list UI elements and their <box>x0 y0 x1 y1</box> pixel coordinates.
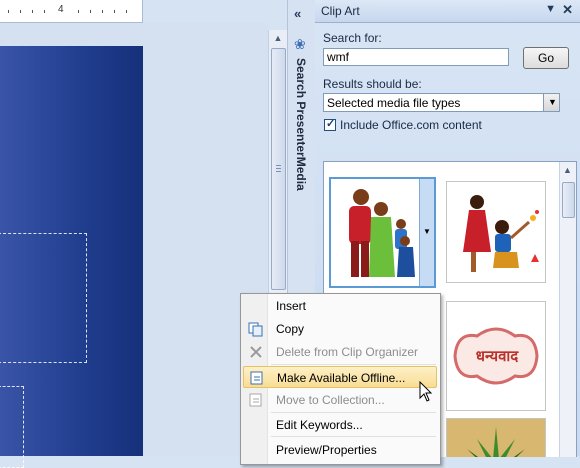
menu-separator <box>271 436 436 437</box>
menu-item-label: Make Available Offline... <box>277 371 406 385</box>
go-button[interactable]: Go <box>523 47 569 69</box>
results-type-select[interactable]: Selected media file types <box>323 93 560 112</box>
clip-thumbnail-plant[interactable] <box>446 418 546 457</box>
checkmark-icon: ✓ <box>326 118 336 130</box>
menu-separator <box>271 364 436 365</box>
move-icon <box>248 392 264 408</box>
clip-context-menu: Insert Copy Delete from Clip Organizer M… <box>240 293 441 465</box>
offline-icon <box>249 370 265 386</box>
menu-item-insert[interactable]: Insert <box>243 295 437 317</box>
thumb-grip <box>276 165 281 166</box>
menu-item-label: Delete from Clip Organizer <box>276 345 419 359</box>
ruler-tick <box>90 10 91 13</box>
ruler-tick <box>32 10 33 13</box>
thumb-grip <box>276 168 281 169</box>
thumb-grip <box>276 171 281 172</box>
pane-title: Clip Art <box>321 4 360 18</box>
collapse-icon[interactable]: « <box>294 6 301 21</box>
plant-clipart-image <box>447 419 545 457</box>
menu-item-label: Insert <box>276 299 307 313</box>
presenter-media-icon: ❀ <box>294 36 306 52</box>
dhanyavad-text: धन्यवाद <box>475 347 519 365</box>
menu-separator <box>271 412 436 413</box>
menu-item-label: Copy <box>276 322 305 336</box>
scrollbar-thumb[interactable] <box>271 48 286 290</box>
mouse-cursor-icon <box>419 381 433 402</box>
search-label: Search for: <box>323 31 382 45</box>
search-input[interactable] <box>323 48 509 66</box>
slide-canvas[interactable] <box>0 46 143 468</box>
ruler-tick <box>114 10 115 13</box>
copy-icon <box>248 321 264 337</box>
family-clipart-image <box>349 189 415 277</box>
presenter-media-label[interactable]: Search PresenterMedia <box>294 58 308 191</box>
title-placeholder[interactable] <box>0 233 87 363</box>
ruler-tick <box>44 10 45 13</box>
ruler-tick <box>102 10 103 13</box>
results-label: Results should be: <box>323 77 422 91</box>
include-office-label[interactable]: Include Office.com content <box>340 118 482 132</box>
menu-item-move-to-collection[interactable]: Move to Collection... <box>243 389 437 411</box>
ruler-tick <box>8 10 9 13</box>
results-select-value: Selected media file types <box>327 96 461 110</box>
ruler-tick <box>20 10 21 13</box>
clip-thumbnail-kids[interactable] <box>446 181 546 283</box>
clip-thumbnail-dhanyavad[interactable]: धन्यवाद <box>446 301 546 411</box>
menu-item-make-available-offline[interactable]: Make Available Offline... <box>243 366 437 388</box>
ruler-tick <box>126 10 127 13</box>
dropdown-arrow-icon[interactable]: ▼ <box>543 93 560 112</box>
results-scrollbar[interactable]: ▲ <box>559 162 576 457</box>
pane-options-dropdown-icon[interactable]: ▼ <box>545 3 556 15</box>
menu-item-label: Preview/Properties <box>276 443 377 457</box>
results-scrollbar-thumb[interactable] <box>562 182 575 218</box>
menu-item-copy[interactable]: Copy <box>243 318 437 340</box>
delete-icon <box>248 344 264 360</box>
scroll-up-arrow-icon[interactable]: ▲ <box>563 165 572 175</box>
horizontal-ruler[interactable]: 4 <box>0 0 143 23</box>
include-office-checkbox[interactable]: ✓ <box>324 118 336 131</box>
menu-item-label: Edit Keywords... <box>276 418 363 432</box>
ruler-number: 4 <box>58 4 64 15</box>
scroll-up-arrow-icon[interactable]: ▲ <box>272 33 284 45</box>
clip-art-title-bar: Clip Art ▼ ✕ <box>315 0 580 23</box>
clip-thumbnail-family[interactable]: ▼ <box>329 177 436 288</box>
kids-clipart-image <box>463 195 539 272</box>
clip-dropdown-arrow[interactable]: ▼ <box>419 179 434 286</box>
menu-item-label: Move to Collection... <box>276 393 385 407</box>
ruler-tick <box>78 10 79 13</box>
menu-item-delete[interactable]: Delete from Clip Organizer <box>243 341 437 363</box>
menu-item-edit-keywords[interactable]: Edit Keywords... <box>243 414 437 436</box>
menu-item-preview-properties[interactable]: Preview/Properties <box>243 439 437 461</box>
close-icon[interactable]: ✕ <box>562 2 573 18</box>
